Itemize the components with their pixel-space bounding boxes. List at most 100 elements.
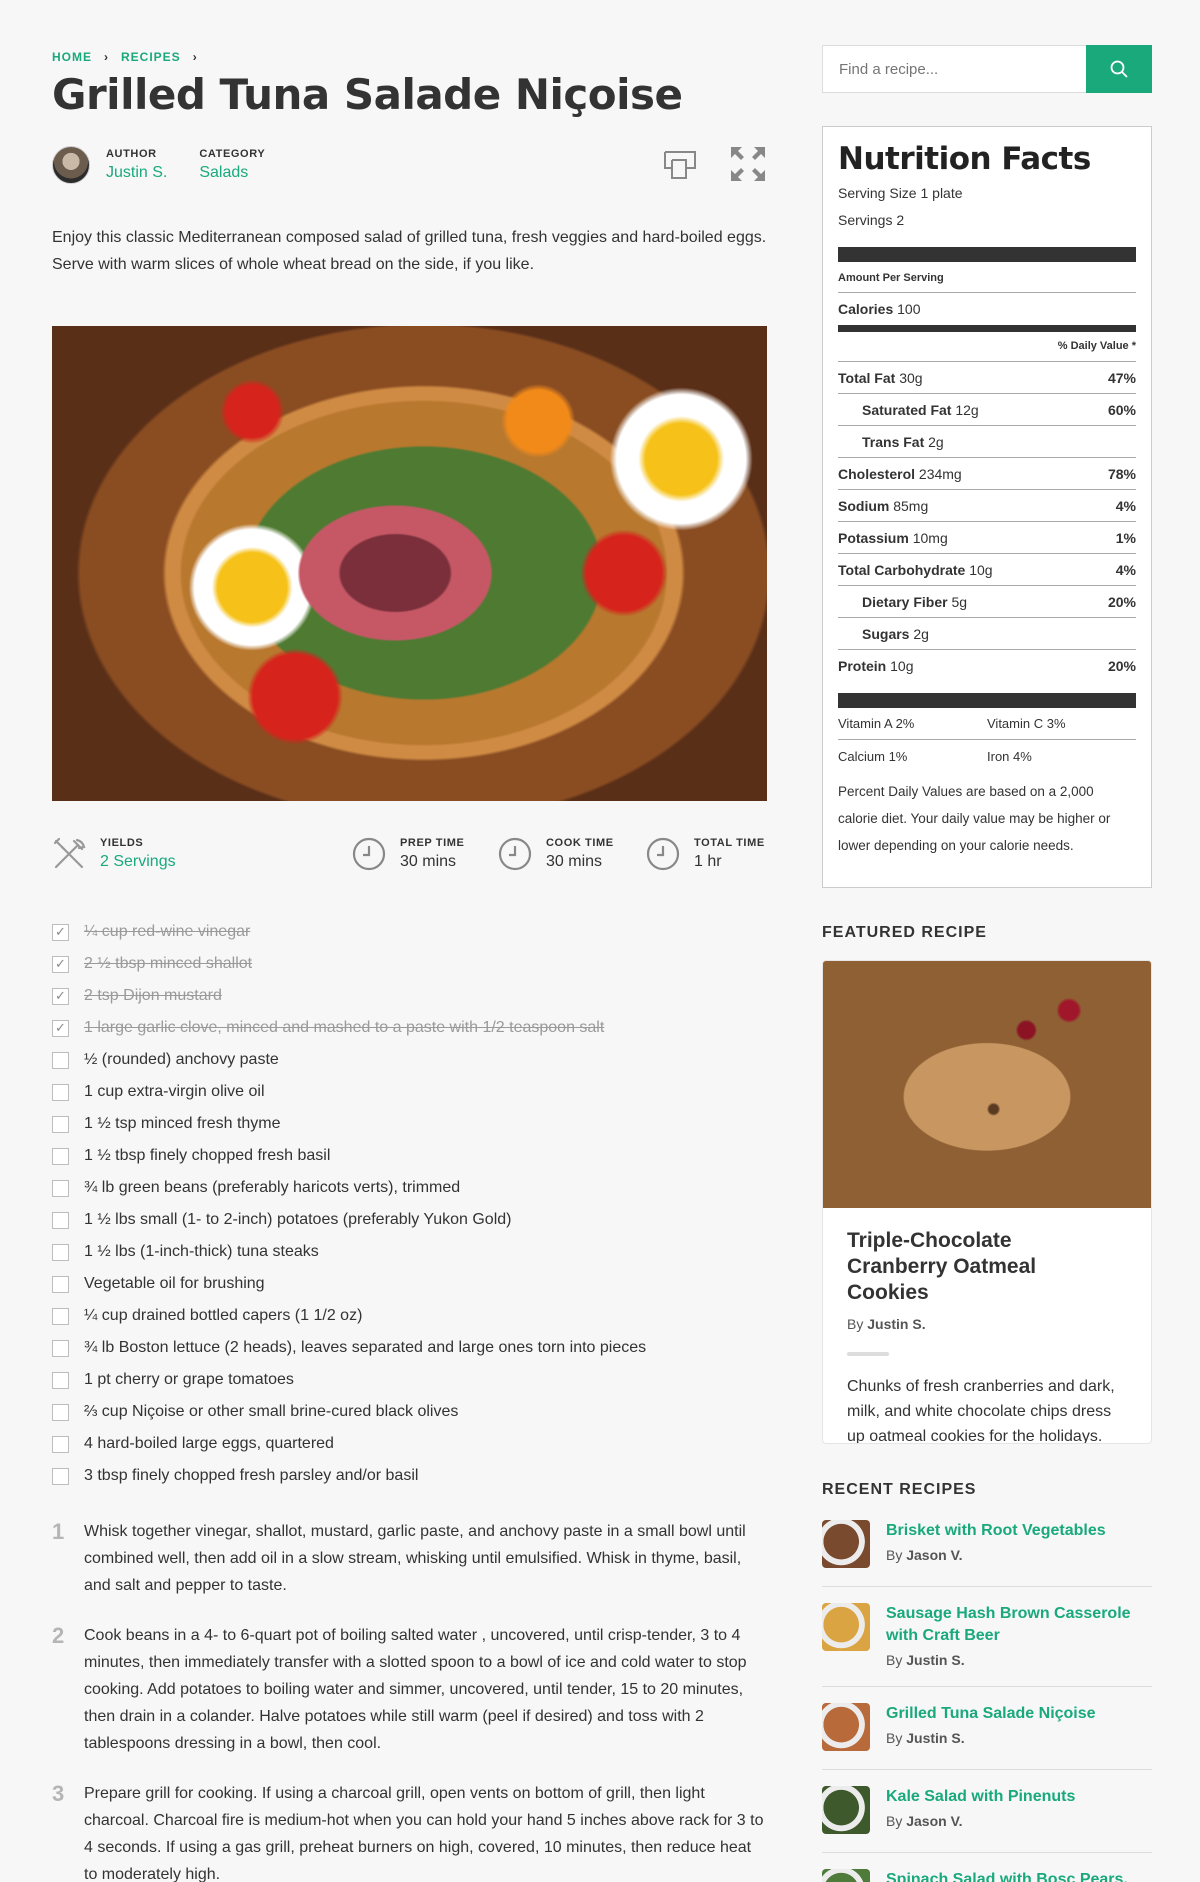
- recent-recipe-thumbnail[interactable]: [822, 1603, 870, 1651]
- ingredient-item[interactable]: 1 ½ tsp minced fresh thyme: [52, 1108, 772, 1140]
- recent-recipe-author[interactable]: Jason V.: [906, 1547, 962, 1563]
- ingredient-item[interactable]: 1 ½ tbsp finely chopped fresh basil: [52, 1140, 772, 1172]
- recent-recipe-thumbnail[interactable]: [822, 1786, 870, 1834]
- recent-recipe-author[interactable]: Justin S.: [906, 1652, 964, 1668]
- recent-recipe-item[interactable]: Kale Salad with Pinenuts By Jason V.: [822, 1770, 1152, 1853]
- recent-recipe-title[interactable]: Sausage Hash Brown Casserole with Craft …: [886, 1603, 1152, 1647]
- search-button[interactable]: [1086, 45, 1152, 93]
- nutrient-label: Dietary Fiber: [862, 593, 948, 610]
- ingredient-text: 3 tbsp finely chopped fresh parsley and/…: [84, 1467, 419, 1484]
- featured-recipe-byline: By Justin S.: [847, 1316, 1127, 1332]
- checkbox[interactable]: [52, 1435, 69, 1453]
- recent-recipe-item[interactable]: Spinach Salad with Bosc Pears, Carameliz…: [822, 1853, 1152, 1882]
- breadcrumb-recipes-link[interactable]: RECIPES: [121, 50, 181, 64]
- ingredient-item[interactable]: ¼ cup drained bottled capers (1 1/2 oz): [52, 1300, 772, 1332]
- total-time-info: TOTAL TIME 1 hr: [646, 832, 765, 876]
- mineral-row: Calcium 1% Iron 4%: [838, 740, 1136, 772]
- ingredient-item[interactable]: ✓ 2 tsp Dijon mustard: [52, 980, 772, 1012]
- nutrient-dv: 60%: [1107, 401, 1136, 418]
- ingredient-item[interactable]: ½ (rounded) anchovy paste: [52, 1044, 772, 1076]
- checkbox[interactable]: [52, 1051, 69, 1069]
- featured-recipe-author[interactable]: Justin S.: [867, 1316, 925, 1332]
- nutrient-label: Saturated Fat: [862, 401, 952, 418]
- step-text: Whisk together vinegar, shallot, mustard…: [84, 1523, 746, 1594]
- print-icon[interactable]: [662, 146, 698, 182]
- ingredient-item[interactable]: Vegetable oil for brushing: [52, 1268, 772, 1300]
- featured-recipe-card[interactable]: Triple-Chocolate Cranberry Oatmeal Cooki…: [822, 960, 1152, 1444]
- recipe-intro: Enjoy this classic Mediterranean compose…: [52, 229, 767, 273]
- checkbox[interactable]: ✓: [52, 923, 69, 941]
- checkbox[interactable]: [52, 1179, 69, 1197]
- checkbox[interactable]: [52, 1339, 69, 1357]
- ingredient-item[interactable]: 1 ½ lbs small (1- to 2-inch) potatoes (p…: [52, 1204, 772, 1236]
- featured-recipe-title[interactable]: Triple-Chocolate Cranberry Oatmeal Cooki…: [847, 1228, 1107, 1306]
- checkbox[interactable]: [52, 1467, 69, 1485]
- recent-recipe-thumbnail[interactable]: [822, 1869, 870, 1882]
- ingredient-text: ⅔ cup Niçoise or other small brine-cured…: [84, 1403, 459, 1420]
- category-link[interactable]: Salads: [199, 164, 265, 182]
- ingredient-item[interactable]: 3 tbsp finely chopped fresh parsley and/…: [52, 1460, 772, 1492]
- nutrient-dv: 4%: [1115, 497, 1136, 514]
- checkbox[interactable]: [52, 1371, 69, 1389]
- nutrient-amount: 5g: [951, 593, 968, 610]
- recent-recipe-item[interactable]: Brisket with Root Vegetables By Jason V.: [822, 1510, 1152, 1587]
- ingredient-item[interactable]: ✓ 1 large garlic clove, minced and mashed…: [52, 1012, 772, 1044]
- nutrient-amount: 2g: [913, 625, 929, 642]
- recent-recipe-thumbnail[interactable]: [822, 1703, 870, 1751]
- ingredient-text: 2 ½ tbsp minced shallot: [84, 955, 253, 972]
- nutrient-row: Total Fat 30g 47%: [838, 362, 1136, 394]
- checkbox[interactable]: [52, 1275, 69, 1293]
- nutrition-footnote: Percent Daily Values are based on a 2,00…: [838, 784, 1111, 853]
- breadcrumb-home-link[interactable]: HOME: [52, 50, 92, 64]
- checkbox[interactable]: [52, 1083, 69, 1101]
- ingredient-item[interactable]: ¾ lb green beans (preferably haricots ve…: [52, 1172, 772, 1204]
- recent-recipe-thumbnail[interactable]: [822, 1520, 870, 1568]
- step-text: Cook beans in a 4- to 6-quart pot of boi…: [84, 1627, 747, 1752]
- nutrient-dv: 4%: [1115, 561, 1136, 578]
- yields-value[interactable]: 2 Servings: [100, 853, 176, 871]
- ingredient-item[interactable]: 1 pt cherry or grape tomatoes: [52, 1364, 772, 1396]
- recent-recipe-title[interactable]: Spinach Salad with Bosc Pears, Carameliz…: [886, 1869, 1152, 1882]
- ingredient-item[interactable]: ✓ ¼ cup red-wine vinegar: [52, 916, 772, 948]
- recent-recipe-author[interactable]: Jason V.: [906, 1813, 962, 1829]
- nutrient-amount: 30g: [899, 369, 923, 386]
- checkbox[interactable]: [52, 1243, 69, 1261]
- ingredient-item[interactable]: 1 ½ lbs (1-inch-thick) tuna steaks: [52, 1236, 772, 1268]
- yields-label: YIELDS: [100, 837, 144, 849]
- daily-value-header: % Daily Value *: [838, 332, 1136, 362]
- nutrient-row: Dietary Fiber 5g 20%: [838, 586, 1136, 618]
- nutrient-label: Protein: [838, 658, 887, 674]
- ingredient-text: ¼ cup red-wine vinegar: [84, 923, 251, 940]
- fullscreen-icon[interactable]: [730, 146, 766, 182]
- checkbox[interactable]: ✓: [52, 987, 69, 1005]
- recent-recipe-author[interactable]: Justin S.: [906, 1730, 964, 1746]
- ingredient-text: Vegetable oil for brushing: [84, 1275, 265, 1292]
- checkbox[interactable]: ✓: [52, 1019, 69, 1037]
- clock-icon: [646, 837, 680, 871]
- ingredient-item[interactable]: 4 hard-boiled large eggs, quartered: [52, 1428, 772, 1460]
- checkbox[interactable]: ✓: [52, 955, 69, 973]
- checkbox[interactable]: [52, 1115, 69, 1133]
- recipe-meta: AUTHOR Justin S. CATEGORY Salads: [52, 146, 265, 184]
- step-text: Prepare grill for cooking. If using a ch…: [84, 1785, 764, 1882]
- ingredient-item[interactable]: 1 cup extra-virgin olive oil: [52, 1076, 772, 1108]
- nutrient-row: Total Carbohydrate 10g 4%: [838, 554, 1136, 586]
- recent-recipe-item[interactable]: Grilled Tuna Salade Niçoise By Justin S.: [822, 1687, 1152, 1770]
- recent-recipe-title[interactable]: Grilled Tuna Salade Niçoise: [886, 1703, 1096, 1725]
- checkbox[interactable]: [52, 1147, 69, 1165]
- recent-recipe-title[interactable]: Brisket with Root Vegetables: [886, 1520, 1106, 1542]
- author-link[interactable]: Justin S.: [106, 164, 167, 182]
- prep-time-info: PREP TIME 30 mins: [352, 832, 465, 876]
- checkbox[interactable]: [52, 1211, 69, 1229]
- checkbox[interactable]: [52, 1307, 69, 1325]
- ingredient-item[interactable]: ⅔ cup Niçoise or other small brine-cured…: [52, 1396, 772, 1428]
- recent-recipe-item[interactable]: Sausage Hash Brown Casserole with Craft …: [822, 1587, 1152, 1687]
- ingredient-item[interactable]: ¾ lb Boston lettuce (2 heads), leaves se…: [52, 1332, 772, 1364]
- nutrient-amount: 234mg: [918, 465, 962, 482]
- featured-recipe-image[interactable]: [823, 961, 1151, 1208]
- checkbox[interactable]: [52, 1403, 69, 1421]
- search-input[interactable]: [822, 45, 1086, 93]
- ingredient-item[interactable]: ✓ 2 ½ tbsp minced shallot: [52, 948, 772, 980]
- recent-recipe-title[interactable]: Kale Salad with Pinenuts: [886, 1786, 1075, 1808]
- recipe-search: [822, 45, 1152, 93]
